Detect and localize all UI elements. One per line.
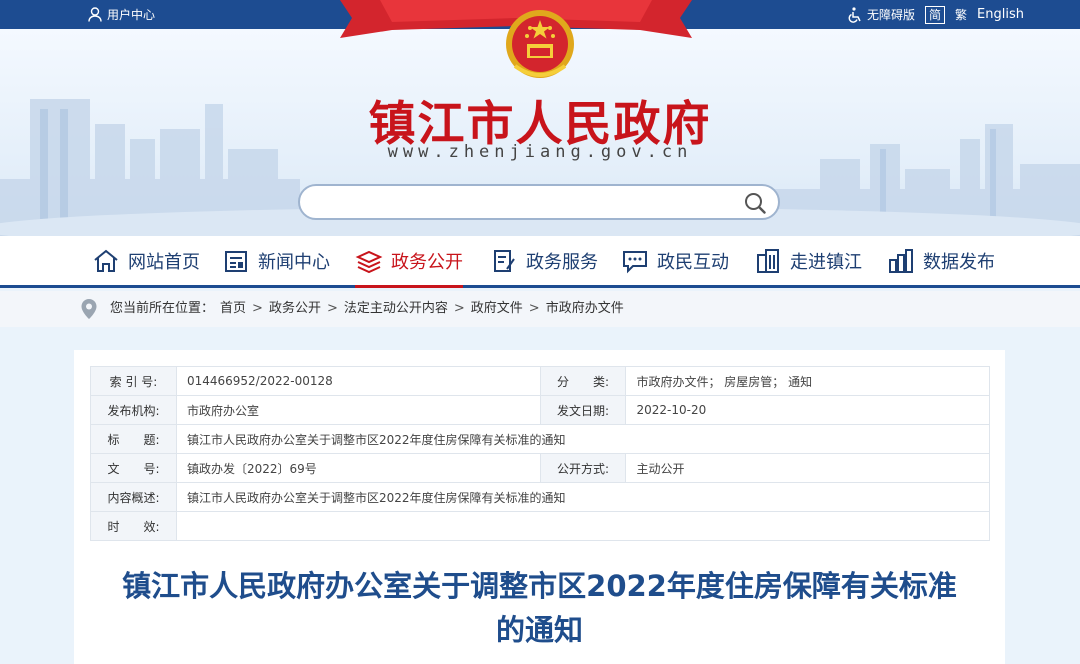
building-icon [757,248,779,273]
nav-item-label: 政务服务 [526,251,598,273]
issue-date-label: 发文日期: [539,395,627,425]
breadcrumb-separator: > [252,301,263,316]
english-link[interactable]: English [977,7,1024,22]
table-row: 时 效: [90,511,991,541]
nav-item-label: 政民互动 [657,251,729,273]
table-row: 索 引 号: 014466952/2022-00128 分 类: 市政府办文件；… [90,366,990,396]
validity-value [175,511,991,541]
document-title-line2: 的通知 [495,613,583,647]
accessibility-label: 无障碍版 [867,8,916,22]
main-navigation: 网站首页 新闻中心 政务公开 政务服务 政民互动 走进镇江 数据发布 [0,236,1080,288]
document-title-line1: 镇江市人民政府办公室关于调整市区2022年度住房保障有关标准 [122,569,957,603]
search-icon[interactable] [744,192,766,214]
index-number-value: 014466952/2022-00128 [175,366,541,396]
breadcrumb: 您当前所在位置： 首页 > 政务公开 > 法定主动公开内容 > 政府文件 > 市… [0,291,1080,327]
table-row: 标 题: 镇江市人民政府办公室关于调整市区2022年度住房保障有关标准的通知 [90,424,991,454]
nav-item-label: 政务公开 [391,251,463,273]
table-row: 内容概述: 镇江市人民政府办公室关于调整市区2022年度住房保障有关标准的通知 [90,482,991,512]
nav-item-label: 网站首页 [128,251,200,273]
nav-item-label: 数据发布 [923,251,995,273]
category-label: 分 类: [539,366,627,396]
national-emblem-logo [506,10,574,78]
document-card: 索 引 号: 014466952/2022-00128 分 类: 市政府办文件；… [74,350,1005,664]
breadcrumb-item-office-docs[interactable]: 市政府办文件 [546,291,624,327]
nav-item-label: 新闻中心 [258,251,330,273]
nav-item-about-zhenjiang[interactable]: 走进镇江 [754,236,862,285]
document-number-label: 文 号: [90,453,177,483]
category-value: 市政府办文件； 房屋房管； 通知 [625,366,990,396]
title-value: 镇江市人民政府办公室关于调整市区2022年度住房保障有关标准的通知 [175,424,991,454]
summary-label: 内容概述: [90,482,177,512]
nav-item-interaction[interactable]: 政民互动 [621,236,729,285]
title-label: 标 题: [90,424,177,454]
bar-chart-icon [889,248,913,273]
issuer-label: 发布机构: [90,395,177,425]
document-number-value: 镇政办发〔2022〕69号 [175,453,541,483]
chat-icon [623,250,647,273]
index-number-label: 索 引 号: [90,366,177,396]
site-url: www.zhenjiang.gov.cn [387,142,693,162]
summary-value: 镇江市人民政府办公室关于调整市区2022年度住房保障有关标准的通知 [175,482,991,512]
layers-icon [355,250,383,273]
document-edit-icon [494,249,515,272]
disclosure-method-label: 公开方式: [539,453,627,483]
nav-item-label: 走进镇江 [790,251,862,273]
breadcrumb-item-home[interactable]: 首页 [220,291,246,327]
search-input[interactable] [314,192,724,212]
nav-item-data-release[interactable]: 数据发布 [887,236,995,285]
breadcrumb-separator: > [528,301,540,316]
document-title: 镇江市人民政府办公室关于调整市区2022年度住房保障有关标准 的通知 [94,564,985,652]
table-row: 发布机构: 市政府办公室 发文日期: 2022-10-20 [90,395,990,425]
issuer-value: 市政府办公室 [175,395,541,425]
location-pin-icon [81,299,97,319]
issue-date-value: 2022-10-20 [625,395,990,425]
wheelchair-icon [848,6,861,23]
breadcrumb-item-statutory[interactable]: 法定主动公开内容 [344,291,448,327]
news-icon [225,250,247,272]
home-icon [94,249,118,272]
document-metadata-table: 索 引 号: 014466952/2022-00128 分 类: 市政府办文件；… [90,366,991,541]
search-box [298,184,780,220]
nav-item-news[interactable]: 新闻中心 [222,236,330,285]
breadcrumb-item-affairs[interactable]: 政务公开 [269,291,321,327]
nav-item-home[interactable]: 网站首页 [92,236,200,285]
nav-item-services[interactable]: 政务服务 [490,236,598,285]
user-center-label: 用户中心 [107,8,156,22]
traditional-chinese-button[interactable]: 繁 [955,6,967,23]
nav-item-government-affairs[interactable]: 政务公开 [355,236,463,288]
accessibility-link[interactable]: 无障碍版 [847,6,915,23]
validity-label: 时 效: [90,511,177,541]
breadcrumb-prefix: 您当前所在位置： [110,301,215,316]
breadcrumb-separator: > [326,301,338,316]
breadcrumb-item-gov-docs[interactable]: 政府文件 [471,291,523,327]
table-row: 文 号: 镇政办发〔2022〕69号 公开方式: 主动公开 [90,453,990,483]
user-icon [88,7,102,22]
breadcrumb-separator: > [453,301,465,316]
simplified-chinese-button[interactable]: 简 [925,5,946,24]
disclosure-method-value: 主动公开 [625,453,990,483]
user-center-link[interactable]: 用户中心 [88,0,155,29]
